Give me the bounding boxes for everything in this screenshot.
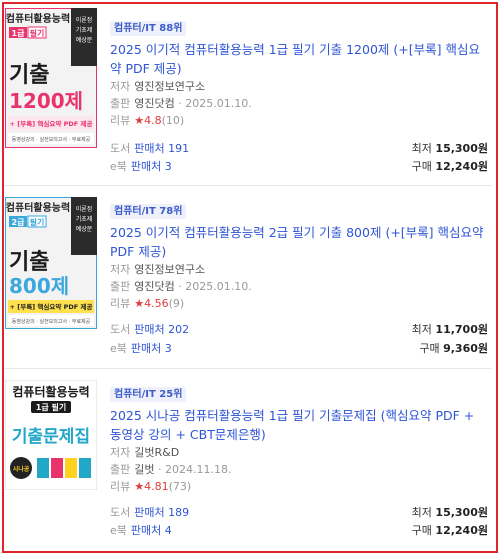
star-icon: ★ bbox=[134, 297, 145, 310]
print-sellers-link[interactable]: 판매처 191 bbox=[134, 142, 189, 155]
svg-text:1200제: 1200제 bbox=[9, 89, 83, 113]
ebook-sellers-link[interactable]: 판매처 4 bbox=[131, 524, 172, 537]
svg-text:이론정: 이론정 bbox=[76, 205, 93, 213]
cover-top-title: 컴퓨터활용능력 bbox=[6, 12, 70, 25]
print-row-3: 도서 판매처 189 최저 15,300원 bbox=[110, 506, 488, 519]
lowest-price: 최저 11,700원 bbox=[411, 323, 488, 336]
star-icon: ★ bbox=[134, 480, 145, 493]
svg-text:1급: 1급 bbox=[12, 29, 26, 38]
publisher-line: 출판 길벗 · 2024.11.18. bbox=[110, 463, 232, 476]
book-cover-image: 컴퓨터활용능력 1급 필기 기출문제집 시나공 bbox=[5, 380, 97, 490]
author-name[interactable]: 길벗R&D bbox=[134, 446, 179, 459]
book-info-1: 컴퓨터/IT 88위 2025 이기적 컴퓨터활용능력 1급 필기 기출 120… bbox=[110, 16, 490, 129]
review-line[interactable]: 리뷰 ★4.8(10) bbox=[110, 112, 490, 129]
svg-text:예상문: 예상문 bbox=[76, 225, 93, 233]
book-info-3: 컴퓨터/IT 25위 2025 시나공 컴퓨터활용능력 1급 필기 기출문제집 … bbox=[110, 382, 490, 495]
buy-price: 구매 12,240원 bbox=[411, 160, 488, 173]
divider bbox=[4, 185, 492, 186]
ebook-row-2: e북 판매처 3 구매 9,360원 bbox=[110, 342, 488, 355]
book-cover-image: 컴퓨터활용능력 2급 필기 이론정 기초제 예상문 기출 800제 + [부록]… bbox=[5, 197, 97, 329]
svg-text:기출문제집: 기출문제집 bbox=[12, 427, 90, 447]
rating-value: 4.56 bbox=[144, 297, 169, 310]
svg-text:800제: 800제 bbox=[9, 274, 69, 298]
category-badge[interactable]: 컴퓨터/IT 78위 bbox=[110, 204, 187, 219]
book-title-link[interactable]: 2025 시나공 컴퓨터활용능력 1급 필기 기출문제집 (핵심요약 PDF +… bbox=[110, 406, 490, 444]
book-cover-2[interactable]: 컴퓨터활용능력 2급 필기 이론정 기초제 예상문 기출 800제 + [부록]… bbox=[5, 197, 97, 329]
svg-text:필기: 필기 bbox=[30, 217, 45, 227]
print-row-2: 도서 판매처 202 최저 11,700원 bbox=[110, 323, 488, 336]
review-count: (73) bbox=[168, 480, 192, 493]
star-icon: ★ bbox=[134, 114, 145, 127]
svg-text:기출: 기출 bbox=[9, 250, 49, 275]
svg-text:컴퓨터활용능력: 컴퓨터활용능력 bbox=[12, 384, 89, 399]
book-cover-1[interactable]: 컴퓨터활용능력 1급 필기 이론정 기초제 예상문 기출 1200제 + [부록… bbox=[5, 8, 97, 148]
review-line[interactable]: 리뷰 ★4.56(9) bbox=[110, 295, 490, 312]
book-cover-image: 컴퓨터활용능력 1급 필기 이론정 기초제 예상문 기출 1200제 + [부록… bbox=[5, 8, 97, 148]
review-line[interactable]: 리뷰 ★4.81(73) bbox=[110, 478, 490, 495]
svg-text:+ [부록] 핵심요약 PDF 제공: + [부록] 핵심요약 PDF 제공 bbox=[10, 119, 93, 128]
buy-price: 구매 9,360원 bbox=[419, 342, 488, 355]
publisher-name[interactable]: 영진닷컴 bbox=[134, 97, 174, 110]
print-sellers-link[interactable]: 판매처 189 bbox=[134, 506, 189, 519]
rating-value: 4.81 bbox=[144, 480, 169, 493]
review-count: (9) bbox=[168, 297, 185, 310]
svg-text:컴퓨터활용능력: 컴퓨터활용능력 bbox=[6, 201, 70, 214]
author-name[interactable]: 영진정보연구소 bbox=[134, 263, 205, 276]
print-sellers-link[interactable]: 판매처 202 bbox=[134, 323, 189, 336]
book-cover-3[interactable]: 컴퓨터활용능력 1급 필기 기출문제집 시나공 bbox=[5, 380, 97, 490]
print-row-1: 도서 판매처 191 최저 15,300원 bbox=[110, 142, 488, 155]
ebook-row-1: e북 판매처 3 구매 12,240원 bbox=[110, 160, 488, 173]
divider bbox=[4, 368, 492, 369]
buy-price: 구매 12,240원 bbox=[411, 524, 488, 537]
rating-value: 4.8 bbox=[144, 114, 162, 127]
publisher-name[interactable]: 길벗 bbox=[134, 463, 154, 476]
svg-text:이론정: 이론정 bbox=[76, 16, 93, 24]
svg-text:기초제: 기초제 bbox=[76, 26, 93, 34]
svg-text:동영상강의 · 실전모의고사 · 무료제공: 동영상강의 · 실전모의고사 · 무료제공 bbox=[12, 136, 91, 143]
svg-text:+ [부록] 핵심요약 PDF 제공: + [부록] 핵심요약 PDF 제공 bbox=[10, 302, 93, 311]
book-title-link[interactable]: 2025 이기적 컴퓨터활용능력 2급 필기 기출 800제 (+[부록] 핵심… bbox=[110, 223, 490, 261]
svg-text:기출: 기출 bbox=[9, 63, 49, 88]
svg-text:필기: 필기 bbox=[30, 28, 45, 38]
book-info-2: 컴퓨터/IT 78위 2025 이기적 컴퓨터활용능력 2급 필기 기출 800… bbox=[110, 199, 490, 312]
review-count: (10) bbox=[161, 114, 185, 127]
category-badge[interactable]: 컴퓨터/IT 88위 bbox=[110, 21, 187, 36]
svg-text:2급: 2급 bbox=[12, 218, 26, 227]
publisher-line: 출판 영진닷컴 · 2025.01.10. bbox=[110, 280, 252, 293]
svg-text:동영상강의 · 실전모의고사 · 무료제공: 동영상강의 · 실전모의고사 · 무료제공 bbox=[12, 318, 91, 325]
publisher-name[interactable]: 영진닷컴 bbox=[134, 280, 174, 293]
author-line: 저자 영진정보연구소 bbox=[110, 263, 206, 276]
ebook-sellers-link[interactable]: 판매처 3 bbox=[131, 160, 172, 173]
book-title-link[interactable]: 2025 이기적 컴퓨터활용능력 1급 필기 기출 1200제 (+[부록] 핵… bbox=[110, 40, 490, 78]
svg-text:기초제: 기초제 bbox=[76, 215, 93, 223]
lowest-price: 최저 15,300원 bbox=[411, 142, 488, 155]
lowest-price: 최저 15,300원 bbox=[411, 506, 488, 519]
svg-text:시나공: 시나공 bbox=[13, 465, 30, 473]
author-line: 저자 길벗R&D bbox=[110, 446, 180, 459]
author-name[interactable]: 영진정보연구소 bbox=[134, 80, 205, 93]
publisher-line: 출판 영진닷컴 · 2025.01.10. bbox=[110, 97, 252, 110]
ebook-sellers-link[interactable]: 판매처 3 bbox=[131, 342, 172, 355]
svg-text:1급 필기: 1급 필기 bbox=[36, 402, 66, 412]
svg-text:예상문: 예상문 bbox=[76, 36, 93, 44]
author-line: 저자 영진정보연구소 bbox=[110, 80, 206, 93]
category-badge[interactable]: 컴퓨터/IT 25위 bbox=[110, 387, 187, 402]
ebook-row-3: e북 판매처 4 구매 12,240원 bbox=[110, 524, 488, 537]
